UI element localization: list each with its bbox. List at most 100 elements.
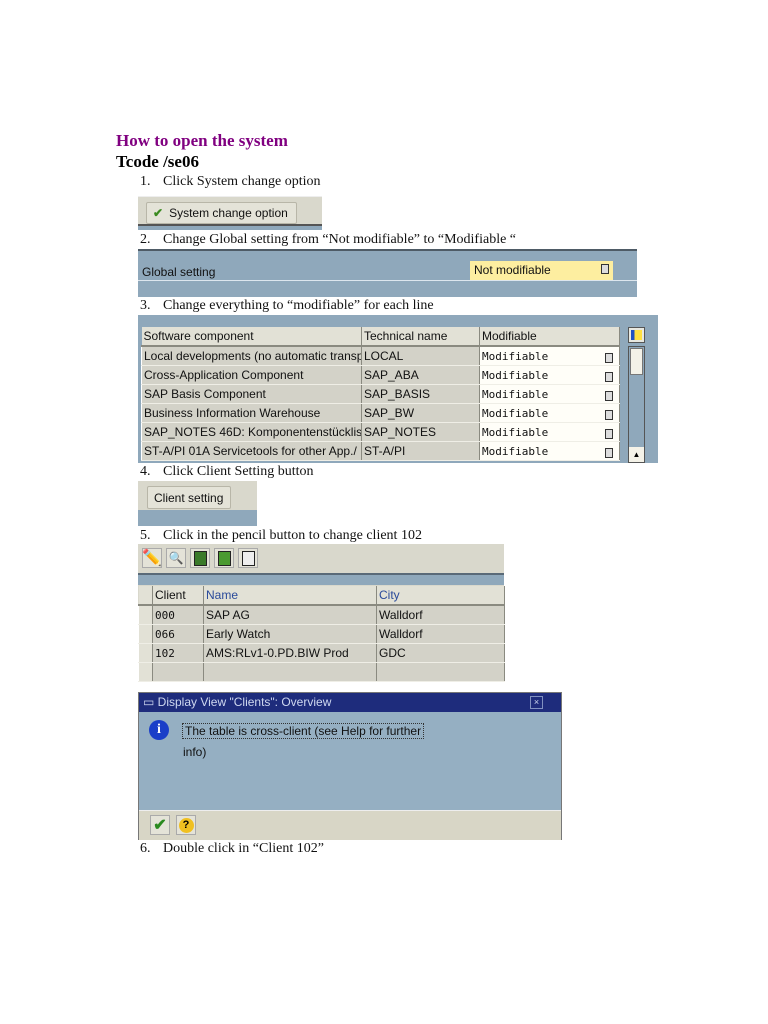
col-header[interactable]: Name	[203, 586, 377, 606]
step-3: 3. Change everything to “modifiable” for …	[140, 298, 434, 313]
table-row[interactable]: Cross-Application Component SAP_ABA Modifi…	[141, 365, 620, 385]
table-cell: SAP_BASIS	[361, 384, 480, 404]
cell-text: Modifiable	[482, 387, 549, 401]
table-row[interactable]: SAP Basis Component SAP_BASIS Modifiable	[141, 384, 620, 404]
dropdown-icon	[605, 352, 613, 363]
table-cell: SAP_NOTES	[361, 422, 480, 442]
col-header[interactable]: Technical name	[361, 327, 480, 347]
table-row[interactable]: Business Information Warehouse SAP_BW Modi…	[141, 403, 620, 423]
vertical-scrollbar[interactable]: ▲	[628, 346, 645, 463]
global-setting-label: Global setting	[142, 265, 216, 279]
cell-text: Modifiable	[482, 444, 549, 458]
system-change-option-button[interactable]: ✔ System change option	[146, 202, 297, 224]
step-6: 6. Double click in “Client 102”	[140, 841, 324, 856]
table-row[interactable]: 000 SAP AG Walldorf	[138, 604, 505, 625]
table-cell: LOCAL	[361, 345, 480, 366]
scroll-up-arrow-icon[interactable]: ▲	[629, 447, 644, 462]
cell-text: Modifiable	[482, 368, 549, 382]
row-selector-header[interactable]	[138, 586, 153, 606]
col-header[interactable]: Software component	[141, 327, 362, 347]
dialog-message-line1: The table is cross-client (see Help for …	[182, 723, 425, 739]
global-setting-panel: Global setting Not modifiable	[138, 249, 637, 297]
dialog-message-line2: info)	[183, 745, 207, 759]
table-cell: Early Watch	[203, 624, 377, 644]
dropdown-icon	[605, 428, 613, 439]
cell-text: Modifiable	[482, 406, 549, 420]
clients-table: Client Name City 000 SAP AG Walldorf 066 Early…	[138, 586, 505, 682]
table-cell: SAP Basis Component	[141, 384, 362, 404]
deselect-all-icon[interactable]	[238, 548, 258, 568]
clients-panel: ✏️ 🔍 Client Name City 000 SAP AG Walldorf 066…	[138, 544, 505, 682]
confirm-check-icon[interactable]: ✔	[150, 815, 170, 835]
table-row[interactable]	[138, 662, 505, 682]
table-cell: Cross-Application Component	[141, 365, 362, 385]
display-magnifier-icon[interactable]: 🔍	[166, 548, 186, 568]
client-setting-panel: Client setting	[138, 481, 257, 526]
row-selector[interactable]	[138, 643, 153, 663]
table-cell: SAP_ABA	[361, 365, 480, 385]
table-row[interactable]: SAP_NOTES 46D: Komponentenstücklist SAP_N…	[141, 422, 620, 442]
modifiable-dropdown[interactable]: Modifiable	[479, 422, 620, 442]
column-config-icon[interactable]	[628, 327, 645, 343]
step-5: 5. Click in the pencil button to change c…	[140, 528, 422, 543]
table-cell	[376, 662, 505, 682]
global-setting-dropdown[interactable]: Not modifiable	[470, 261, 613, 280]
table-cell: ST-A/PI 01A Servicetools for other App./	[141, 441, 362, 461]
step-2: 2. Change Global setting from “Not modifi…	[140, 232, 517, 247]
scrollbar-thumb[interactable]	[630, 348, 643, 375]
table-row[interactable]: ST-A/PI 01A Servicetools for other App./…	[141, 441, 620, 461]
table-cell: Walldorf	[376, 624, 505, 644]
client-setting-button[interactable]: Client setting	[147, 486, 231, 509]
table-cell: 102	[152, 643, 204, 663]
row-selector[interactable]	[138, 624, 153, 644]
dropdown-icon	[605, 390, 613, 401]
table-cell: 000	[152, 604, 204, 625]
components-table: Software component Technical name Modifiab…	[141, 327, 620, 461]
table-cell: 066	[152, 624, 204, 644]
modifiable-dropdown[interactable]: Modifiable	[479, 403, 620, 423]
info-icon: i	[149, 720, 169, 740]
table-row[interactable]: 102 AMS:RLv1-0.PD.BIW Prod GDC	[138, 643, 505, 663]
table-cell: Business Information Warehouse	[141, 403, 362, 423]
col-header[interactable]: City	[376, 586, 505, 606]
table-row[interactable]: Local developments (no automatic transp L…	[141, 345, 620, 366]
pencil-edit-icon[interactable]: ✏️	[142, 548, 162, 568]
check-pencil-icon: ✔	[153, 206, 164, 220]
table-cell	[152, 662, 204, 682]
cell-text: Modifiable	[482, 425, 549, 439]
system-change-panel: ✔ System change option	[138, 196, 322, 230]
step-4: 4. Click Client Setting button	[140, 464, 314, 479]
components-panel: Software component Technical name Modifiab…	[138, 315, 658, 463]
close-icon[interactable]: ×	[530, 696, 543, 709]
dropdown-icon	[601, 264, 609, 274]
dialog-title-bar: ▭ Display View "Clients": Overview ×	[139, 693, 561, 712]
col-header[interactable]: Client	[152, 586, 204, 606]
window-icon: ▭	[143, 695, 158, 709]
cell-text: Modifiable	[482, 349, 549, 363]
select-block-icon[interactable]	[214, 548, 234, 568]
tcode-heading: Tcode /se06	[116, 152, 199, 171]
modifiable-dropdown[interactable]: Modifiable	[479, 441, 620, 461]
table-cell: SAP AG	[203, 604, 377, 625]
table-cell	[203, 662, 377, 682]
table-cell: SAP_BW	[361, 403, 480, 423]
table-cell: Walldorf	[376, 604, 505, 625]
table-cell: SAP_NOTES 46D: Komponentenstücklist	[141, 422, 362, 442]
table-cell: ST-A/PI	[361, 441, 480, 461]
col-header[interactable]: Modifiable	[479, 327, 620, 347]
row-selector[interactable]	[138, 604, 153, 625]
row-selector[interactable]	[138, 662, 153, 682]
step-1: 1. Click System change option	[140, 174, 321, 189]
dropdown-icon	[605, 371, 613, 382]
table-cell: AMS:RLv1-0.PD.BIW Prod	[203, 643, 377, 663]
select-all-icon[interactable]	[190, 548, 210, 568]
info-dialog: ▭ Display View "Clients": Overview × i T…	[138, 692, 562, 840]
page-heading: How to open the system	[116, 131, 288, 150]
modifiable-dropdown[interactable]: Modifiable	[479, 365, 620, 385]
dropdown-icon	[605, 447, 613, 458]
modifiable-dropdown[interactable]: Modifiable	[479, 384, 620, 404]
table-cell: GDC	[376, 643, 505, 663]
help-icon[interactable]: ?	[176, 815, 196, 835]
table-row[interactable]: 066 Early Watch Walldorf	[138, 624, 505, 644]
modifiable-dropdown[interactable]: Modifiable	[479, 345, 620, 366]
